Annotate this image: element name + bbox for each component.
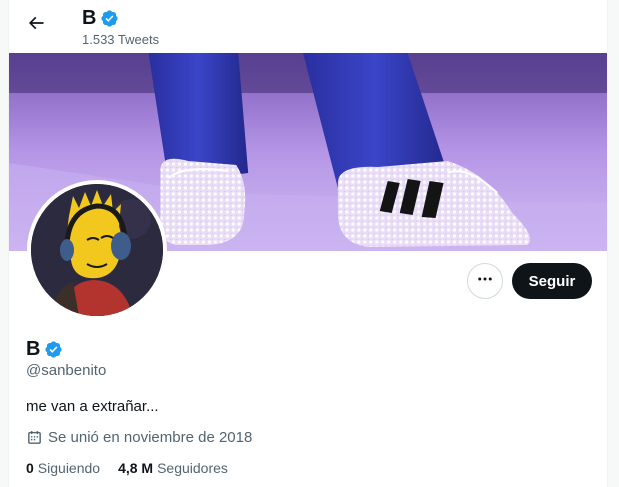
verified-badge-icon xyxy=(44,340,63,359)
header-name: B xyxy=(82,7,97,29)
profile-page: B 1.533 Tweets Seguir B @sanbenito me va… xyxy=(8,0,608,487)
following-label: Siguiendo xyxy=(37,460,101,476)
followers-link[interactable]: 4,8 M Seguidores xyxy=(118,460,228,476)
following-count: 0 xyxy=(26,460,34,476)
tweet-count: 1.533 Tweets xyxy=(82,32,160,47)
arrow-left-icon xyxy=(26,13,46,38)
followers-count: 4,8 M xyxy=(118,460,154,476)
avatar-image xyxy=(31,184,163,316)
follow-button[interactable]: Seguir xyxy=(512,263,592,299)
calendar-icon xyxy=(26,429,43,446)
top-bar: B 1.533 Tweets xyxy=(9,0,607,53)
profile-name: B xyxy=(26,338,41,360)
avatar[interactable] xyxy=(27,180,167,320)
more-dots-icon xyxy=(476,270,494,293)
verified-badge-icon xyxy=(100,9,119,28)
back-button[interactable] xyxy=(19,8,53,42)
joined-date: Se unió en noviembre de 2018 xyxy=(26,429,252,446)
profile-name-row: B xyxy=(26,338,63,360)
followers-label: Seguidores xyxy=(157,460,228,476)
profile-bio: me van a extrañar... xyxy=(26,398,159,415)
profile-handle: @sanbenito xyxy=(26,362,107,379)
following-link[interactable]: 0 Siguiendo xyxy=(26,460,100,476)
header-name-row: B xyxy=(82,7,119,29)
joined-text: Se unió en noviembre de 2018 xyxy=(48,429,253,446)
more-options-button[interactable] xyxy=(467,263,503,299)
follow-stats: 0 Siguiendo 4,8 M Seguidores xyxy=(26,460,228,476)
